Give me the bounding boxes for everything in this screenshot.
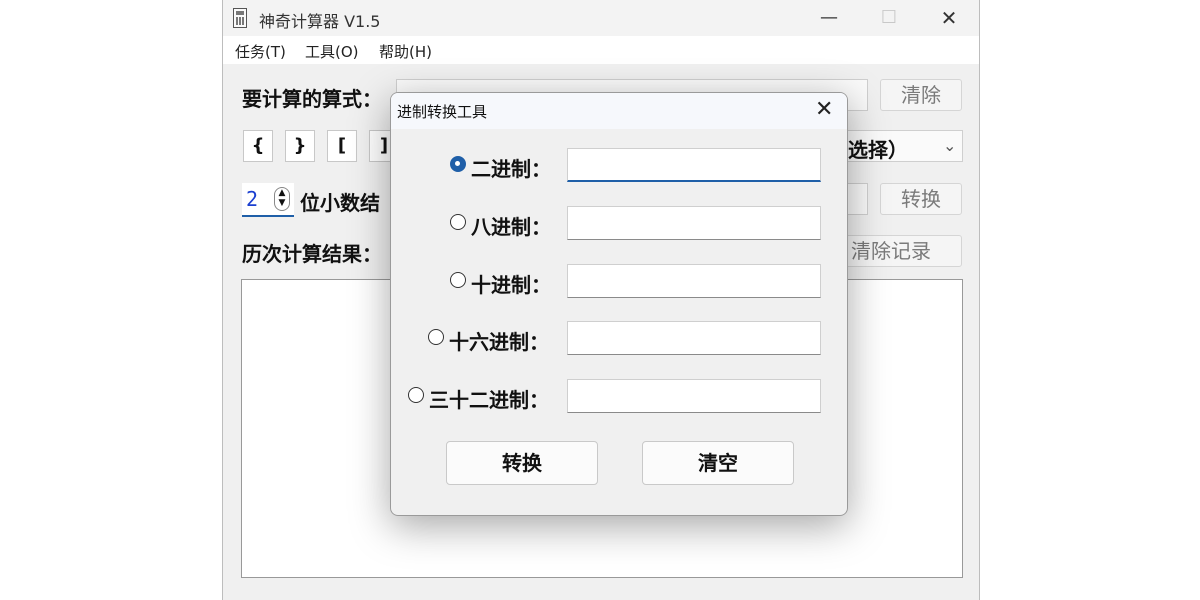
dialog-title-bar: 进制转换工具 ✕ bbox=[391, 93, 847, 129]
radio-hexadecimal[interactable] bbox=[428, 329, 444, 345]
label-base32: 三十二进制： bbox=[429, 388, 549, 412]
brace-open-button[interactable]: { bbox=[243, 130, 273, 162]
decimal-value: 2 bbox=[246, 187, 259, 211]
octal-input[interactable] bbox=[567, 206, 821, 240]
maximize-button[interactable]: ☐ bbox=[869, 6, 909, 30]
radio-base32[interactable] bbox=[408, 387, 424, 403]
menu-help[interactable]: 帮助(H) bbox=[379, 41, 432, 62]
base-converter-dialog: 进制转换工具 ✕ 二进制： 八进制： 十进制： 十六进制： 三十二进制： 转换 … bbox=[390, 92, 848, 516]
label-octal: 八进制： bbox=[471, 215, 551, 239]
menu-task[interactable]: 任务(T) bbox=[235, 41, 286, 62]
chevron-down-icon: ⌄ bbox=[943, 136, 957, 155]
dialog-title: 进制转换工具 bbox=[397, 103, 488, 121]
dialog-close-icon[interactable]: ✕ bbox=[815, 97, 833, 122]
bracket-open-button[interactable]: [ bbox=[327, 130, 357, 162]
menu-tools[interactable]: 工具(O) bbox=[305, 41, 359, 62]
convert-button[interactable]: 转换 bbox=[880, 183, 962, 215]
function-select-text: 选择） bbox=[848, 138, 908, 162]
close-button[interactable]: ✕ bbox=[929, 6, 969, 30]
label-decimal: 十进制： bbox=[471, 273, 551, 297]
decimal-spinbox[interactable]: 2 ▲ ▼ bbox=[242, 183, 294, 217]
label-binary: 二进制： bbox=[471, 157, 551, 181]
menu-bar: 任务(T) 工具(O) 帮助(H) bbox=[223, 36, 979, 64]
base32-input[interactable] bbox=[567, 379, 821, 413]
calculator-icon bbox=[233, 8, 247, 28]
radio-decimal[interactable] bbox=[450, 272, 466, 288]
radio-binary[interactable] bbox=[450, 156, 466, 172]
clear-expression-button[interactable]: 清除 bbox=[880, 79, 962, 111]
minimize-button[interactable]: — bbox=[809, 6, 849, 30]
label-hexadecimal: 十六进制： bbox=[449, 330, 549, 354]
history-label: 历次计算结果： bbox=[242, 242, 382, 266]
expression-label: 要计算的算式： bbox=[242, 87, 382, 111]
window-title: 神奇计算器 V1.5 bbox=[259, 12, 381, 31]
hexadecimal-input[interactable] bbox=[567, 321, 821, 355]
decimal-input[interactable] bbox=[567, 264, 821, 298]
radio-octal[interactable] bbox=[450, 214, 466, 230]
dialog-clear-button[interactable]: 清空 bbox=[642, 441, 794, 485]
binary-input[interactable] bbox=[567, 148, 821, 182]
decimal-label: 位小数结 bbox=[300, 191, 380, 215]
spin-arrows-icon[interactable]: ▲ ▼ bbox=[274, 187, 290, 211]
dialog-convert-button[interactable]: 转换 bbox=[446, 441, 598, 485]
title-bar: 神奇计算器 V1.5 — ☐ ✕ bbox=[223, 0, 979, 36]
brace-close-button[interactable]: } bbox=[285, 130, 315, 162]
